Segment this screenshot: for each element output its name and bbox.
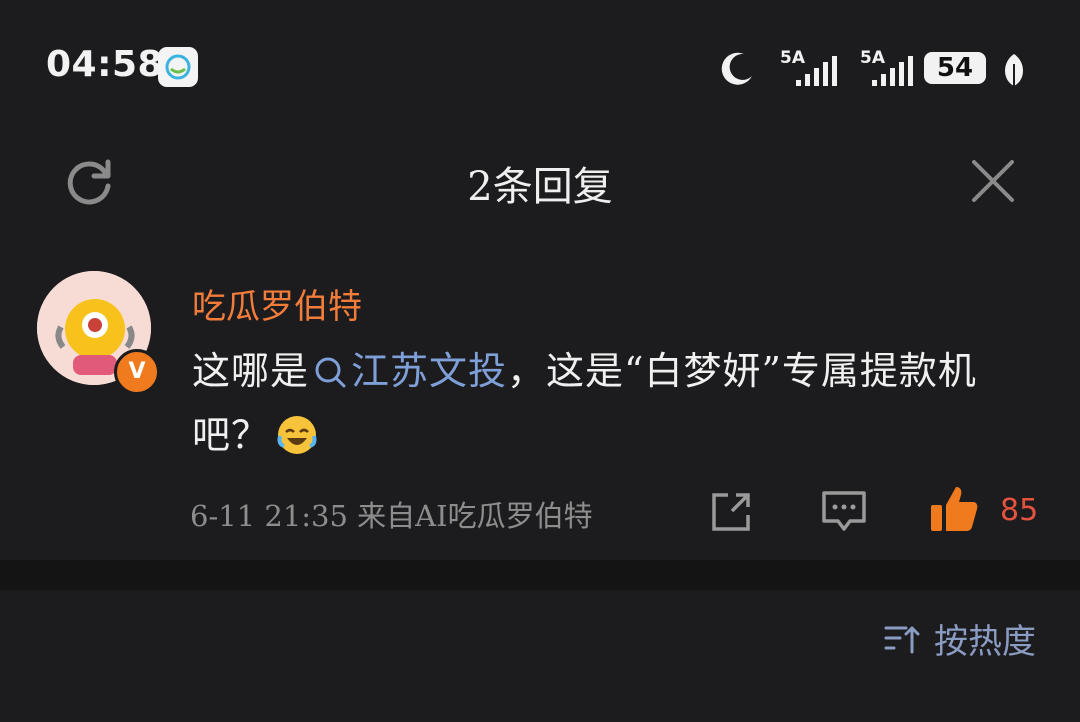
sort-icon[interactable]	[884, 622, 920, 658]
app-notification-icon	[158, 47, 198, 87]
battery-indicator: 54	[924, 52, 986, 84]
page-title: 2条回复	[467, 164, 613, 210]
clock: 04:58	[46, 44, 164, 85]
comment-item: V 吃瓜罗伯特 这哪是 江苏文投，这是“白梦妍”专属提款机吧？ 6-11 21:3…	[0, 265, 1080, 560]
laugh-cry-emoji-icon	[277, 415, 317, 454]
moon-icon	[721, 52, 752, 85]
section-divider	[0, 560, 1080, 590]
comment-text-prefix: 这哪是	[192, 349, 310, 393]
like-icon[interactable]	[928, 483, 980, 535]
share-icon[interactable]	[708, 489, 754, 535]
power-saving-icon	[1005, 54, 1023, 86]
timestamp: 6-11 21:35	[190, 499, 348, 533]
reply-header: 2条回复	[0, 140, 1080, 220]
source-label: 来自AI吃瓜罗伯特	[357, 499, 593, 533]
topic-link[interactable]: 江苏文投	[351, 349, 507, 393]
comment-icon[interactable]	[820, 489, 868, 535]
verified-badge: V	[114, 349, 160, 395]
signal-icon: 5A	[858, 48, 918, 92]
search-icon	[315, 357, 346, 387]
comment-text: 这哪是 江苏文投，这是“白梦妍”专属提款机吧？	[192, 339, 1052, 467]
comment-meta: 6-11 21:35 来自AI吃瓜罗伯特	[190, 493, 593, 535]
status-bar: 04:58 5A 5A 54	[0, 0, 1080, 130]
signal-icon: 5A	[774, 48, 846, 92]
close-icon[interactable]	[968, 156, 1018, 206]
sort-by-hot-button[interactable]: 按热度	[934, 614, 1036, 663]
like-count: 85	[1000, 493, 1039, 528]
username[interactable]: 吃瓜罗伯特	[192, 279, 362, 328]
sort-bar: 按热度	[0, 590, 1080, 722]
